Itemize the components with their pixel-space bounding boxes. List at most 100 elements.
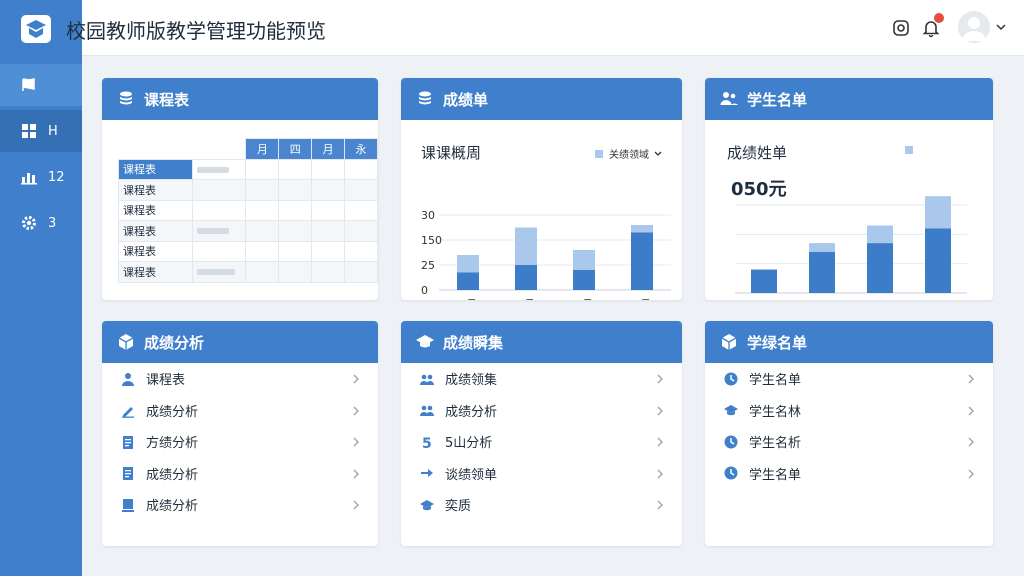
sidebar: H 12 3 — [0, 56, 82, 576]
database-icon — [419, 91, 431, 105]
chevron-right-icon — [968, 406, 974, 415]
list-item-label: 学生名林 — [749, 404, 802, 420]
sidebar-item-grid[interactable]: H — [0, 110, 82, 152]
placeholder-bar — [196, 269, 235, 276]
list-item[interactable]: 谈绩领单 — [401, 458, 682, 490]
list-item[interactable]: 奕质 — [401, 489, 682, 521]
list-item[interactable]: 5 5山分析 — [401, 426, 682, 458]
card-header: 学绿名单 — [705, 321, 993, 363]
clock-icon — [724, 466, 738, 480]
bar — [925, 228, 951, 293]
bar — [751, 269, 777, 293]
pen-icon — [122, 407, 134, 419]
chevron-right-icon — [353, 500, 359, 510]
bar-top — [809, 243, 835, 252]
sidebar-item-label: 3 — [48, 215, 57, 231]
chevron-right-icon — [657, 406, 663, 415]
table-row[interactable]: 课程表 — [118, 158, 378, 180]
card-roster: 学绿名单 学生名单 学生名林 学生名析 学生名单 — [705, 321, 993, 546]
document-icon — [123, 467, 133, 481]
chevron-down-icon[interactable] — [996, 22, 1006, 32]
list-item[interactable]: 学生名林 — [705, 395, 993, 427]
row-label: 课程表 — [118, 261, 193, 283]
card-title: 课程表 — [144, 90, 190, 109]
card-header: 课程表 — [102, 78, 378, 120]
sidebar-item-home[interactable] — [0, 64, 82, 106]
card-students: 学生名单 成绩姓单 050元 1月2月6月7月 — [705, 78, 993, 300]
column-header: 四 — [278, 138, 313, 160]
grades-bar-chart: 30 150 25 0 1月 2月 4月 6月 — [421, 209, 671, 300]
list-item-label: 成绩分析 — [146, 499, 199, 515]
table-row[interactable]: 课程表 — [118, 179, 378, 201]
clock-icon — [724, 435, 738, 449]
card-title: 成绩分析 — [144, 333, 205, 352]
chevron-right-icon — [968, 374, 974, 384]
list-item[interactable]: 成绩分析 — [401, 395, 682, 427]
list-item[interactable]: 学生名单 — [705, 458, 993, 490]
list-item[interactable]: 成绩分析 — [102, 458, 378, 490]
list-item[interactable]: 成绩分析 — [102, 489, 378, 521]
list-item[interactable]: 成绩领集 — [401, 363, 682, 395]
graduation-cap-icon — [724, 405, 738, 416]
number-icon: 5 — [422, 436, 432, 450]
row-label: 课程表 — [118, 220, 193, 242]
table-row[interactable]: 课程表 — [118, 261, 378, 283]
list-item[interactable]: 学生名析 — [705, 426, 993, 458]
card-analysis: 成绩分析 课程表 成绩分析 方绩分析 成绩分析 成绩分析 — [102, 321, 378, 546]
list-item-label: 方绩分析 — [146, 436, 199, 452]
bar — [809, 251, 835, 293]
analysis-list: 课程表 成绩分析 方绩分析 成绩分析 成绩分析 — [102, 363, 378, 521]
list-item[interactable]: 方绩分析 — [102, 426, 378, 458]
chevron-right-icon — [657, 437, 663, 447]
table-row[interactable]: 课程表 — [118, 199, 378, 221]
collection-list: 成绩领集成绩分析 5 5山分析谈绩领单奕质 — [401, 363, 682, 521]
sidebar-item-settings[interactable]: 3 — [0, 202, 82, 244]
list-item[interactable]: 课程表 — [102, 363, 378, 395]
cube-icon — [721, 334, 737, 350]
chevron-right-icon — [657, 374, 663, 384]
list-item-label: 学生名单 — [749, 373, 802, 389]
sidebar-item-stats[interactable]: 12 — [0, 156, 82, 198]
roster-list: 学生名单 学生名林 学生名析 学生名单 — [705, 363, 993, 489]
chart-icon — [21, 173, 37, 185]
list-item-label: 谈绩领单 — [445, 467, 498, 483]
card-title: 学绿名单 — [747, 333, 808, 352]
table-row[interactable]: 课程表 — [118, 240, 378, 262]
bar-top — [631, 225, 653, 233]
avatar[interactable] — [958, 11, 990, 43]
list-item-label: 成绩领集 — [445, 373, 498, 389]
chevron-right-icon — [353, 406, 359, 415]
bar-top — [457, 255, 479, 273]
row-label: 课程表 — [118, 158, 193, 180]
list-item[interactable]: 学生名单 — [705, 363, 993, 395]
gear-icon — [22, 216, 36, 230]
list-item-label: 5山分析 — [445, 436, 493, 452]
card-header: 成绩瞬集 — [401, 321, 682, 363]
list-item-label: 成绩分析 — [445, 404, 498, 420]
list-item-label: 奕质 — [445, 499, 472, 515]
list-item-label: 成绩分析 — [146, 404, 199, 420]
column-header: 月 — [311, 138, 346, 160]
list-item-label: 课程表 — [146, 373, 186, 389]
arrow-right-icon — [421, 469, 433, 478]
y-tick-label: 0 — [421, 284, 428, 297]
bar-top — [925, 196, 951, 229]
users-icon — [720, 92, 738, 105]
graduation-cap-icon — [420, 499, 434, 510]
card-title: 成绩单 — [443, 90, 489, 109]
bar — [867, 243, 893, 293]
camera-icon[interactable] — [891, 18, 911, 38]
row-label: 课程表 — [118, 199, 193, 221]
sidebar-item-label: H — [48, 123, 58, 139]
app-title: 校园教师版教学管理功能预览 — [66, 19, 326, 43]
graduation-cap-icon — [416, 335, 434, 348]
table-row[interactable]: 课程表 — [118, 220, 378, 242]
bar-top — [573, 250, 595, 270]
y-tick-label: 30 — [421, 209, 435, 222]
chevron-right-icon — [657, 469, 663, 478]
list-item-label: 学生名单 — [749, 467, 802, 483]
card-header: 学生名单 — [705, 78, 993, 120]
list-item[interactable]: 成绩分析 — [102, 395, 378, 427]
top-bar: 校园教师版教学管理功能预览 — [0, 0, 1024, 56]
timetable-grid: 月 四 月 永 课程表 课程表 课程表 课程表 课程表 课程表 — [118, 138, 378, 283]
